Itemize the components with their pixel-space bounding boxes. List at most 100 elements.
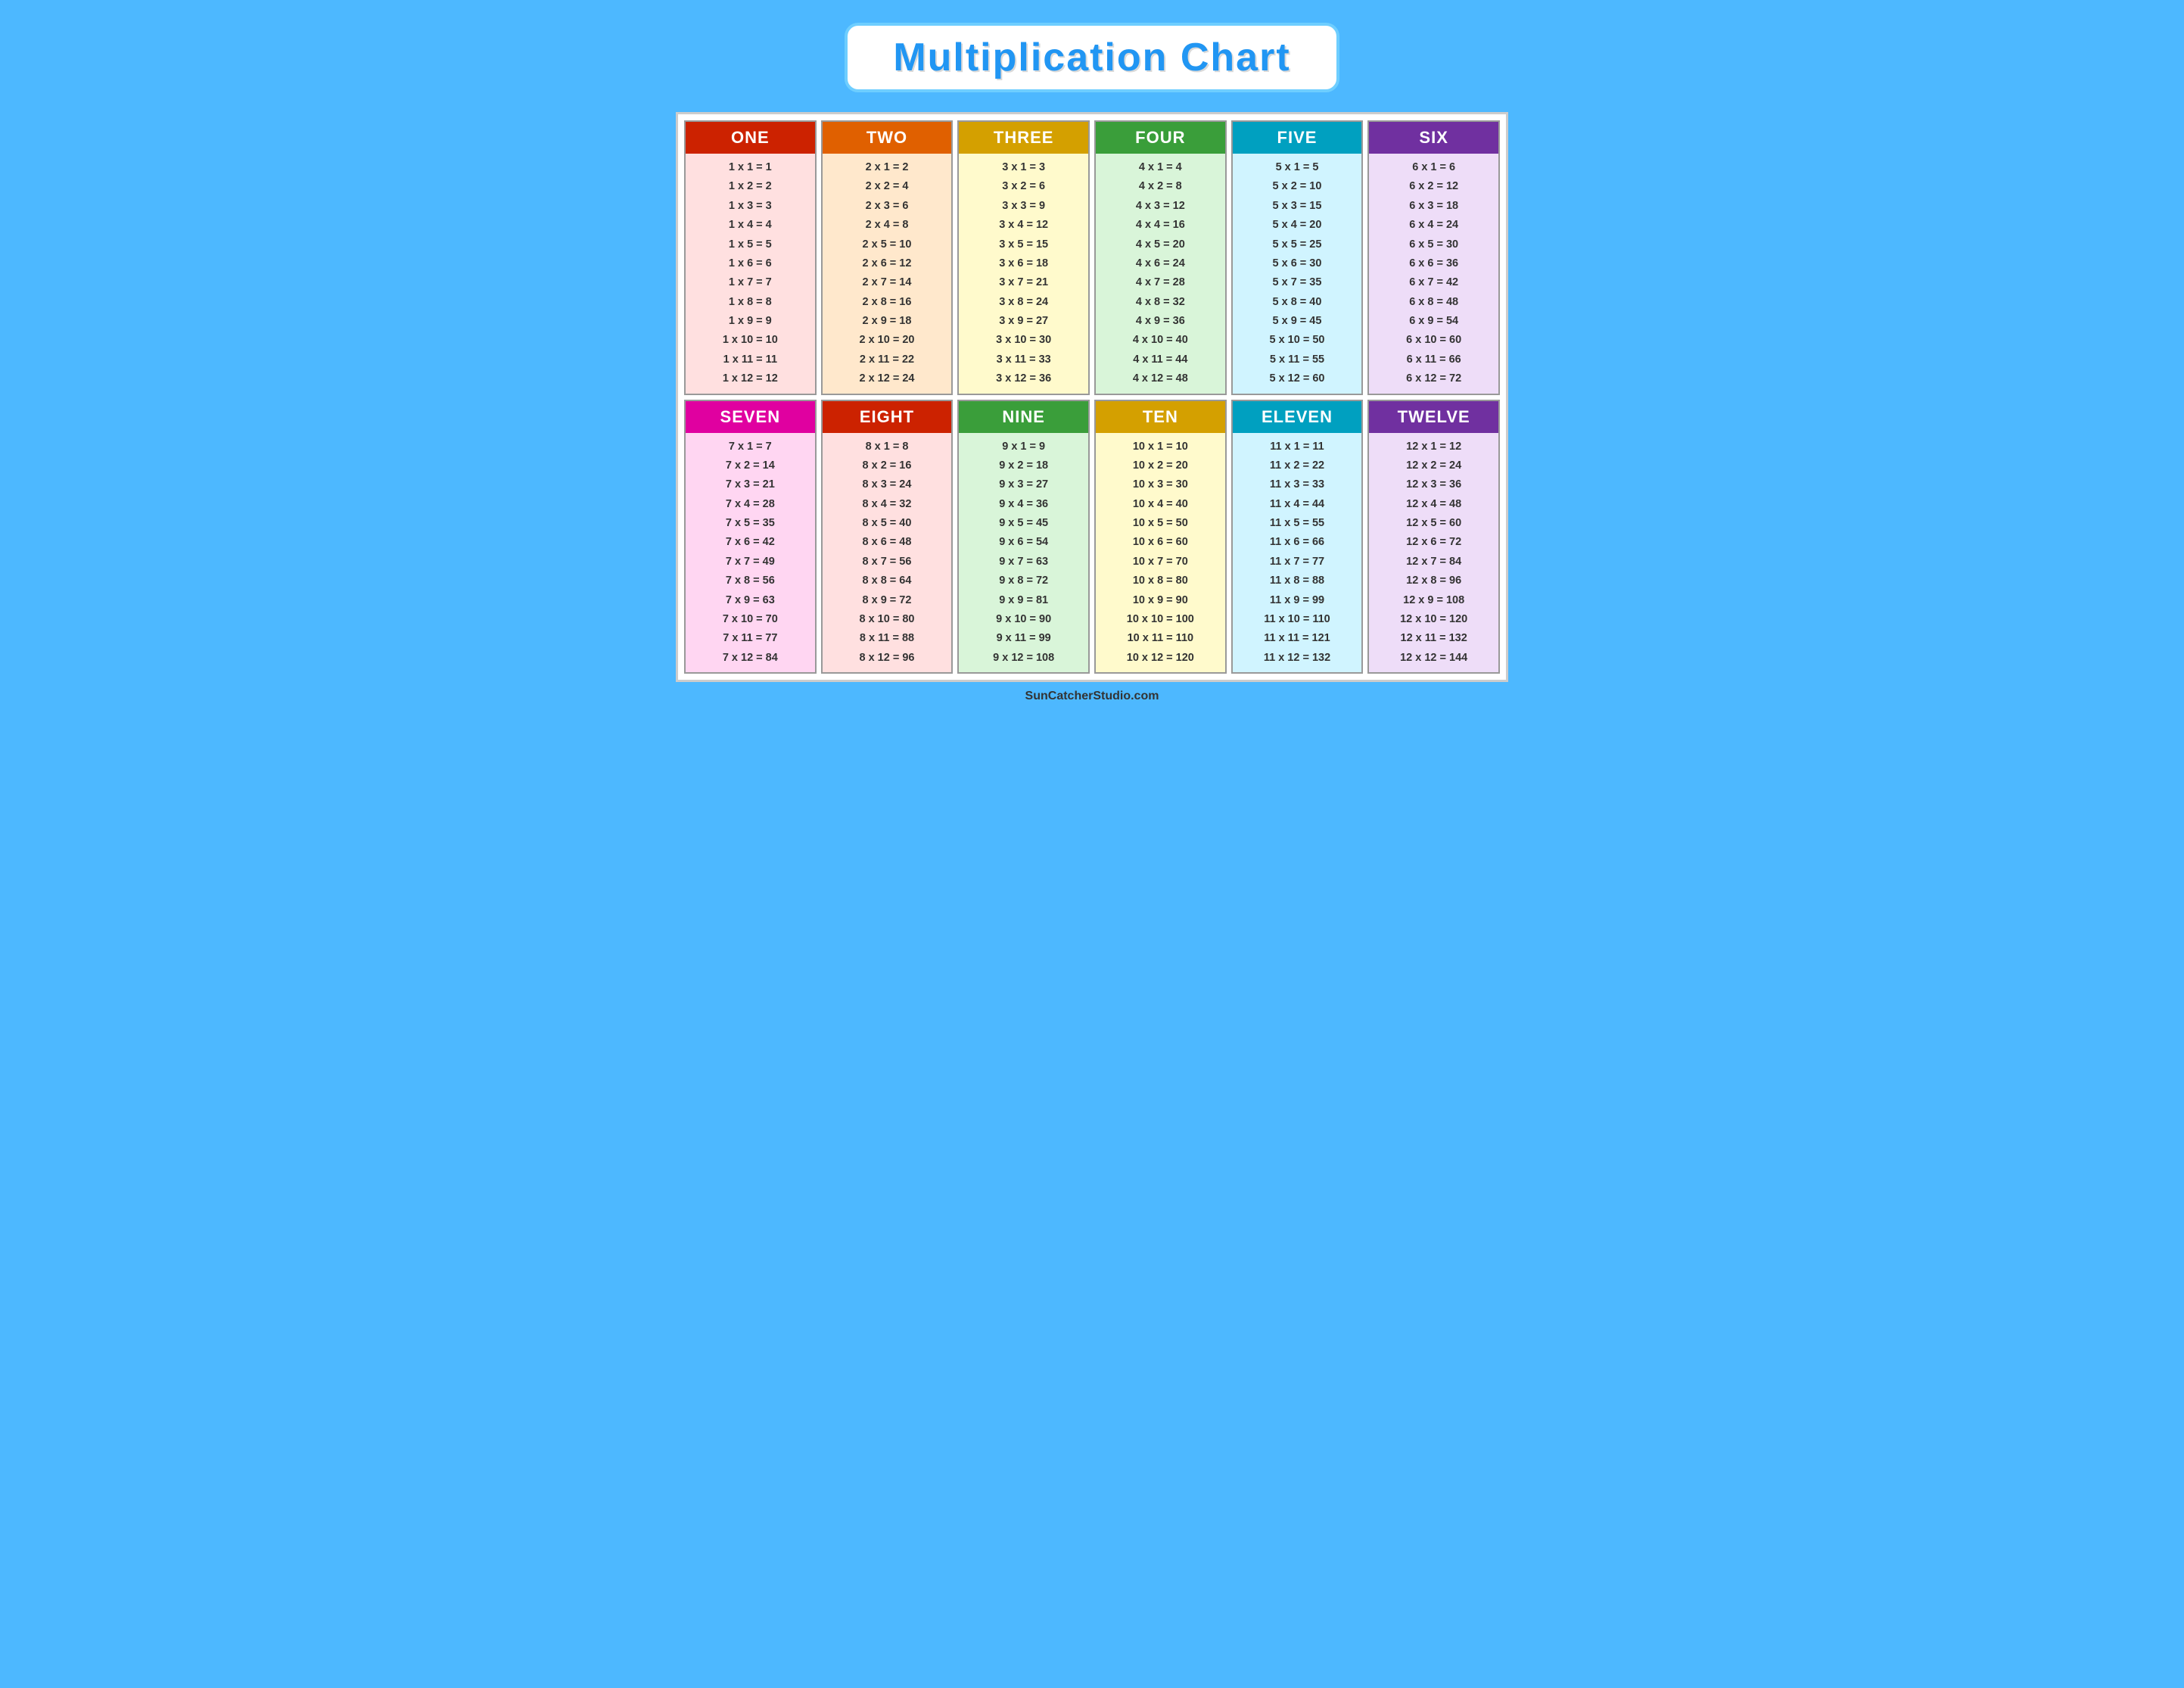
equation: 12 x 7 = 84 <box>1375 553 1492 571</box>
section-body-ten: 10 x 1 = 1010 x 2 = 2010 x 3 = 3010 x 4 … <box>1096 433 1225 673</box>
equation: 1 x 7 = 7 <box>692 273 809 292</box>
equation: 9 x 10 = 90 <box>965 610 1082 629</box>
equation: 9 x 9 = 81 <box>965 591 1082 610</box>
chart-wrapper: ONE1 x 1 = 11 x 2 = 21 x 3 = 31 x 4 = 41… <box>676 112 1508 682</box>
equation: 7 x 6 = 42 <box>692 533 809 552</box>
section-header-twelve: TWELVE <box>1369 401 1498 433</box>
equation: 8 x 9 = 72 <box>829 591 946 610</box>
section-body-three: 3 x 1 = 33 x 2 = 63 x 3 = 93 x 4 = 123 x… <box>959 154 1088 394</box>
equation: 6 x 2 = 12 <box>1375 177 1492 196</box>
equation: 4 x 3 = 12 <box>1102 197 1219 216</box>
equation: 5 x 1 = 5 <box>1239 158 1356 177</box>
equation: 11 x 12 = 132 <box>1239 649 1356 668</box>
equation: 7 x 4 = 28 <box>692 495 809 514</box>
equation: 8 x 3 = 24 <box>829 475 946 494</box>
equation: 9 x 2 = 18 <box>965 456 1082 475</box>
equation: 8 x 10 = 80 <box>829 610 946 629</box>
equation: 8 x 4 = 32 <box>829 495 946 514</box>
equation: 7 x 10 = 70 <box>692 610 809 629</box>
equation: 2 x 6 = 12 <box>829 254 946 273</box>
section-body-nine: 9 x 1 = 99 x 2 = 189 x 3 = 279 x 4 = 369… <box>959 433 1088 673</box>
equation: 10 x 4 = 40 <box>1102 495 1219 514</box>
equation: 9 x 12 = 108 <box>965 649 1082 668</box>
equation: 1 x 4 = 4 <box>692 216 809 235</box>
equation: 11 x 2 = 22 <box>1239 456 1356 475</box>
chart-grid: ONE1 x 1 = 11 x 2 = 21 x 3 = 31 x 4 = 41… <box>684 120 1500 674</box>
equation: 2 x 7 = 14 <box>829 273 946 292</box>
section-header-two: TWO <box>823 122 952 154</box>
equation: 12 x 12 = 144 <box>1375 649 1492 668</box>
section-header-nine: NINE <box>959 401 1088 433</box>
section-body-two: 2 x 1 = 22 x 2 = 42 x 3 = 62 x 4 = 82 x … <box>823 154 952 394</box>
equation: 11 x 11 = 121 <box>1239 629 1356 648</box>
equation: 5 x 11 = 55 <box>1239 350 1356 369</box>
section-body-eleven: 11 x 1 = 1111 x 2 = 2211 x 3 = 3311 x 4 … <box>1233 433 1362 673</box>
equation: 4 x 2 = 8 <box>1102 177 1219 196</box>
equation: 4 x 8 = 32 <box>1102 293 1219 312</box>
equation: 9 x 8 = 72 <box>965 571 1082 590</box>
equation: 3 x 12 = 36 <box>965 369 1082 388</box>
equation: 3 x 6 = 18 <box>965 254 1082 273</box>
section-twelve: TWELVE12 x 1 = 1212 x 2 = 2412 x 3 = 361… <box>1367 400 1500 674</box>
section-three: THREE3 x 1 = 33 x 2 = 63 x 3 = 93 x 4 = … <box>957 120 1090 395</box>
equation: 3 x 5 = 15 <box>965 235 1082 254</box>
equation: 12 x 11 = 132 <box>1375 629 1492 648</box>
equation: 3 x 4 = 12 <box>965 216 1082 235</box>
equation: 9 x 7 = 63 <box>965 553 1082 571</box>
section-nine: NINE9 x 1 = 99 x 2 = 189 x 3 = 279 x 4 =… <box>957 400 1090 674</box>
equation: 4 x 1 = 4 <box>1102 158 1219 177</box>
equation: 10 x 6 = 60 <box>1102 533 1219 552</box>
equation: 1 x 5 = 5 <box>692 235 809 254</box>
equation: 10 x 7 = 70 <box>1102 553 1219 571</box>
section-header-four: FOUR <box>1096 122 1225 154</box>
section-body-five: 5 x 1 = 55 x 2 = 105 x 3 = 155 x 4 = 205… <box>1233 154 1362 394</box>
equation: 10 x 9 = 90 <box>1102 591 1219 610</box>
equation: 5 x 9 = 45 <box>1239 312 1356 331</box>
equation: 7 x 7 = 49 <box>692 553 809 571</box>
equation: 9 x 3 = 27 <box>965 475 1082 494</box>
equation: 5 x 12 = 60 <box>1239 369 1356 388</box>
equation: 7 x 3 = 21 <box>692 475 809 494</box>
equation: 3 x 7 = 21 <box>965 273 1082 292</box>
page-title: Multiplication Chart <box>893 36 1290 79</box>
equation: 8 x 2 = 16 <box>829 456 946 475</box>
equation: 5 x 6 = 30 <box>1239 254 1356 273</box>
equation: 7 x 12 = 84 <box>692 649 809 668</box>
equation: 1 x 12 = 12 <box>692 369 809 388</box>
equation: 2 x 12 = 24 <box>829 369 946 388</box>
equation: 4 x 12 = 48 <box>1102 369 1219 388</box>
equation: 9 x 11 = 99 <box>965 629 1082 648</box>
section-eleven: ELEVEN11 x 1 = 1111 x 2 = 2211 x 3 = 331… <box>1231 400 1364 674</box>
equation: 5 x 4 = 20 <box>1239 216 1356 235</box>
section-body-one: 1 x 1 = 11 x 2 = 21 x 3 = 31 x 4 = 41 x … <box>686 154 815 394</box>
section-body-four: 4 x 1 = 44 x 2 = 84 x 3 = 124 x 4 = 164 … <box>1096 154 1225 394</box>
equation: 5 x 7 = 35 <box>1239 273 1356 292</box>
equation: 5 x 8 = 40 <box>1239 293 1356 312</box>
equation: 2 x 9 = 18 <box>829 312 946 331</box>
equation: 7 x 9 = 63 <box>692 591 809 610</box>
equation: 6 x 12 = 72 <box>1375 369 1492 388</box>
title-container: Multiplication Chart <box>829 15 1354 100</box>
equation: 11 x 5 = 55 <box>1239 514 1356 533</box>
section-header-three: THREE <box>959 122 1088 154</box>
equation: 9 x 4 = 36 <box>965 495 1082 514</box>
section-header-six: SIX <box>1369 122 1498 154</box>
equation: 7 x 1 = 7 <box>692 438 809 456</box>
title-box: Multiplication Chart <box>845 23 1339 92</box>
equation: 5 x 3 = 15 <box>1239 197 1356 216</box>
equation: 6 x 8 = 48 <box>1375 293 1492 312</box>
equation: 6 x 1 = 6 <box>1375 158 1492 177</box>
equation: 2 x 8 = 16 <box>829 293 946 312</box>
equation: 1 x 9 = 9 <box>692 312 809 331</box>
equation: 10 x 11 = 110 <box>1102 629 1219 648</box>
equation: 12 x 6 = 72 <box>1375 533 1492 552</box>
section-five: FIVE5 x 1 = 55 x 2 = 105 x 3 = 155 x 4 =… <box>1231 120 1364 395</box>
equation: 8 x 5 = 40 <box>829 514 946 533</box>
section-body-seven: 7 x 1 = 77 x 2 = 147 x 3 = 217 x 4 = 28 7… <box>686 433 815 673</box>
equation: 8 x 11 = 88 <box>829 629 946 648</box>
equation: 2 x 4 = 8 <box>829 216 946 235</box>
equation: 7 x 2 = 14 <box>692 456 809 475</box>
equation: 3 x 2 = 6 <box>965 177 1082 196</box>
section-ten: TEN10 x 1 = 1010 x 2 = 2010 x 3 = 3010 x… <box>1094 400 1227 674</box>
equation: 3 x 11 = 33 <box>965 350 1082 369</box>
